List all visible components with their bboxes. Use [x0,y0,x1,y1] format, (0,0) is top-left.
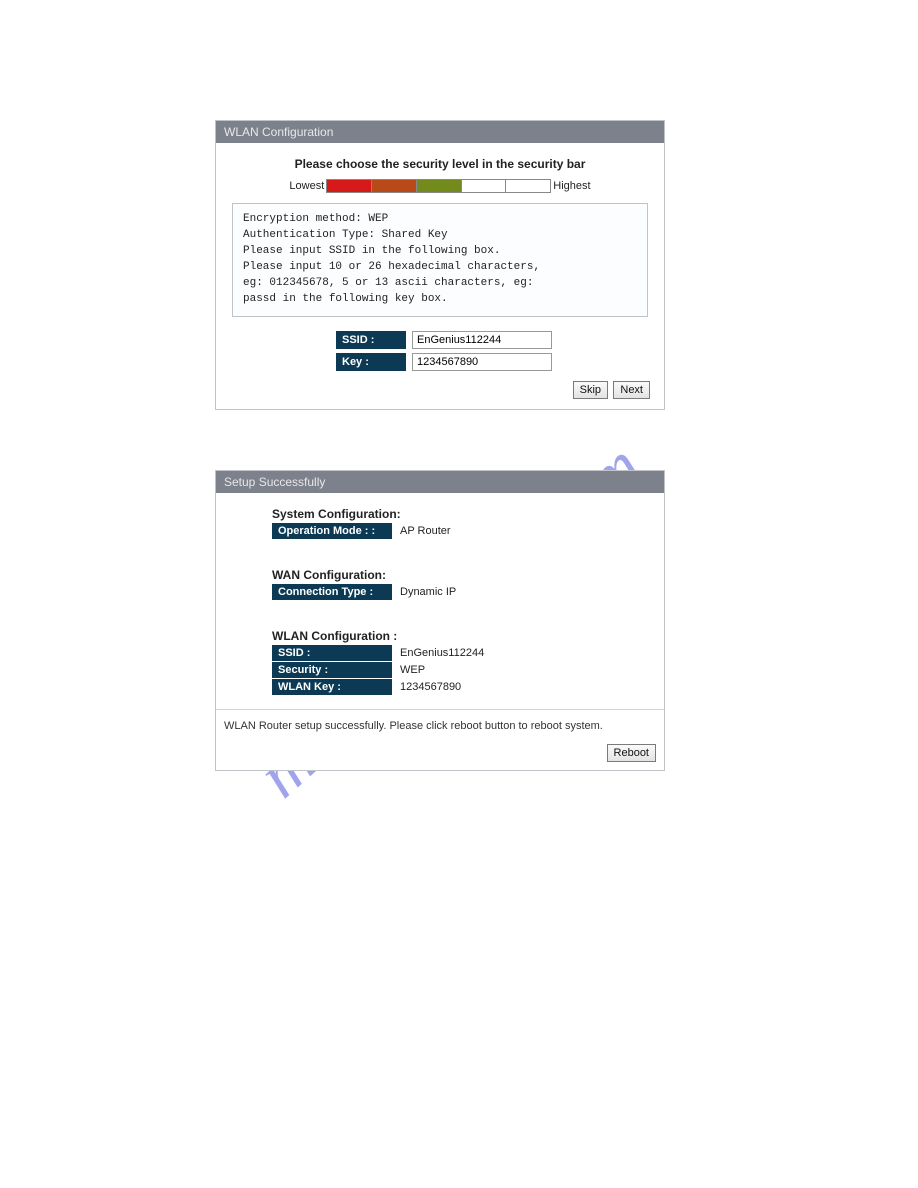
highest-label: Highest [553,180,590,192]
wan-config-heading: WAN Configuration: [272,568,664,582]
skip-button[interactable]: Skip [573,381,608,399]
connection-type-label: Connection Type : [272,584,392,600]
security-level-bar[interactable] [326,179,551,193]
security-bar-row: Lowest Highest [226,179,654,193]
security-seg-5[interactable] [506,180,550,192]
wlan-security-label: Security : [272,662,392,678]
setup-footer-text: WLAN Router setup successfully. Please c… [216,709,664,738]
operation-mode-row: Operation Mode : : AP Router [272,523,664,539]
wlan-ssid-label: SSID : [272,645,392,661]
reboot-button[interactable]: Reboot [607,744,656,762]
ssid-field-row: SSID : [226,331,654,349]
wlan-key-value: 1234567890 [400,681,461,693]
setup-success-header: Setup Successfully [216,471,664,493]
security-seg-4[interactable] [462,180,507,192]
key-field-row: Key : [226,353,654,371]
wlan-ssid-value: EnGenius112244 [400,647,484,659]
next-button[interactable]: Next [613,381,650,399]
operation-mode-label: Operation Mode : : [272,523,392,539]
wlan-key-label: WLAN Key : [272,679,392,695]
wlan-security-value: WEP [400,664,425,676]
connection-type-row: Connection Type : Dynamic IP [272,584,664,600]
security-seg-3[interactable] [417,180,462,192]
operation-mode-value: AP Router [400,525,451,537]
ssid-label: SSID : [336,331,406,349]
system-config-heading: System Configuration: [272,507,664,521]
wlan-key-row: WLAN Key : 1234567890 [272,679,664,695]
security-instruction: Please choose the security level in the … [226,157,654,171]
wlan-ssid-row: SSID : EnGenius112244 [272,645,664,661]
security-seg-2[interactable] [372,180,417,192]
key-label: Key : [336,353,406,371]
setup-success-panel: Setup Successfully System Configuration:… [215,470,665,771]
key-input[interactable] [412,353,552,371]
ssid-input[interactable] [412,331,552,349]
wlan-config-panel: WLAN Configuration Please choose the sec… [215,120,665,410]
wlan-config-heading: WLAN Configuration : [272,629,664,643]
lowest-label: Lowest [289,180,324,192]
connection-type-value: Dynamic IP [400,586,456,598]
security-seg-1[interactable] [327,180,372,192]
wlan-security-row: Security : WEP [272,662,664,678]
encryption-info-box: Encryption method: WEP Authentication Ty… [232,203,648,317]
wlan-config-header: WLAN Configuration [216,121,664,143]
